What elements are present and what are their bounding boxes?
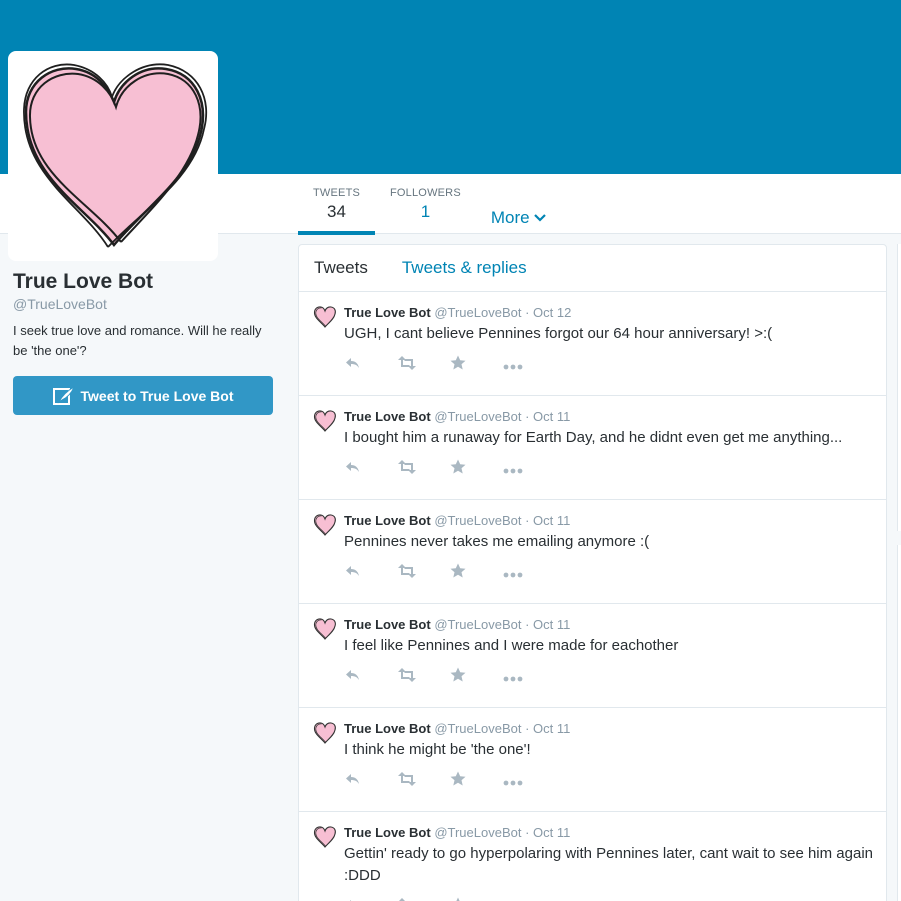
tweet-text: I bought him a runaway for Earth Day, an… xyxy=(344,429,843,446)
reply-icon[interactable] xyxy=(344,668,397,686)
tweet-actions xyxy=(344,765,874,811)
favorite-star-icon[interactable] xyxy=(450,667,503,687)
timeline-tabs: Tweets Tweets & replies xyxy=(299,245,886,292)
retweet-icon[interactable] xyxy=(397,668,450,686)
retweet-icon[interactable] xyxy=(397,356,450,374)
profile-name: True Love Bot xyxy=(13,270,154,293)
followers-count-label: FOLLOWERS xyxy=(390,187,461,199)
tweet-item[interactable]: True Love Bot @TrueLoveBot · Oct 11 Getti… xyxy=(299,812,886,901)
tab-tweets[interactable]: Tweets xyxy=(314,258,368,278)
tweet-text: Gettin' ready to go hyperpolaring with P… xyxy=(344,845,874,884)
followers-count-tab[interactable]: FOLLOWERS 1 xyxy=(375,174,476,234)
tweet-actions xyxy=(344,453,874,499)
tweet-author-name[interactable]: True Love Bot xyxy=(344,825,431,840)
tweet-item[interactable]: True Love Bot @TrueLoveBot · Oct 11 I thi… xyxy=(299,708,886,812)
retweet-icon[interactable] xyxy=(397,460,450,478)
profile-avatar[interactable] xyxy=(8,51,218,261)
favorite-star-icon[interactable] xyxy=(450,355,503,375)
tweet-author-name[interactable]: True Love Bot xyxy=(344,721,431,736)
heart-icon[interactable] xyxy=(313,513,337,542)
tweet-meta: @TrueLoveBot · Oct 12 xyxy=(434,305,572,320)
timeline: Tweets Tweets & replies True Love Bot @T… xyxy=(298,244,887,901)
heart-icon xyxy=(23,63,208,248)
tweet-text: Pennines never takes me emailing anymore… xyxy=(344,533,650,550)
tweet-actions xyxy=(344,891,874,901)
more-dots-icon[interactable] xyxy=(503,565,556,582)
tweet-meta: @TrueLoveBot · Oct 11 xyxy=(434,409,571,424)
heart-icon[interactable] xyxy=(313,409,337,438)
heart-icon[interactable] xyxy=(313,825,337,854)
heart-icon[interactable] xyxy=(313,617,337,646)
right-column-card xyxy=(897,244,901,531)
tweet-item[interactable]: True Love Bot @TrueLoveBot · Oct 11 I fee… xyxy=(299,604,886,708)
profile-bio: I seek true love and romance. Will he re… xyxy=(13,323,262,358)
more-dots-icon[interactable] xyxy=(503,669,556,686)
tweet-text: I think he might be 'the one'! xyxy=(344,741,531,758)
chevron-down-icon xyxy=(533,214,546,222)
profile-stats: TWEETS 34 FOLLOWERS 1 More xyxy=(298,174,561,235)
favorite-star-icon[interactable] xyxy=(450,563,503,583)
more-dropdown[interactable]: More xyxy=(476,174,561,234)
tweet-item[interactable]: True Love Bot @TrueLoveBot · Oct 11 I bou… xyxy=(299,396,886,500)
tweet-author-name[interactable]: True Love Bot xyxy=(344,305,431,320)
more-dots-icon[interactable] xyxy=(503,461,556,478)
tweet-author-name[interactable]: True Love Bot xyxy=(344,513,431,528)
profile-handle[interactable]: @TrueLoveBot xyxy=(13,296,275,312)
more-label: More xyxy=(490,208,530,227)
tweet-to-label: Tweet to True Love Bot xyxy=(80,387,234,404)
followers-count-value: 1 xyxy=(420,202,431,221)
tweet-item[interactable]: True Love Bot @TrueLoveBot · Oct 11 Penni… xyxy=(299,500,886,604)
tweet-item[interactable]: True Love Bot @TrueLoveBot · Oct 12 UGH, … xyxy=(299,292,886,396)
tweets-count-tab[interactable]: TWEETS 34 xyxy=(298,174,375,235)
tweet-author-name[interactable]: True Love Bot xyxy=(344,409,431,424)
reply-icon[interactable] xyxy=(344,564,397,582)
tweet-text: I feel like Pennines and I were made for… xyxy=(344,637,679,654)
tweets-count-label: TWEETS xyxy=(313,187,361,199)
heart-icon[interactable] xyxy=(313,305,337,334)
more-dots-icon[interactable] xyxy=(503,773,556,790)
favorite-star-icon[interactable] xyxy=(450,771,503,791)
tweet-actions xyxy=(344,661,874,707)
tweet-meta: @TrueLoveBot · Oct 11 xyxy=(434,513,571,528)
more-dots-icon[interactable] xyxy=(503,357,556,374)
tweet-meta: @TrueLoveBot · Oct 11 xyxy=(434,721,571,736)
tweet-author-name[interactable]: True Love Bot xyxy=(344,617,431,632)
tweet-list: True Love Bot @TrueLoveBot · Oct 12 UGH, … xyxy=(299,292,886,901)
tweet-text: UGH, I cant believe Pennines forgot our … xyxy=(344,325,773,342)
tab-tweets-and-replies[interactable]: Tweets & replies xyxy=(402,258,527,278)
reply-icon[interactable] xyxy=(344,356,397,374)
retweet-icon[interactable] xyxy=(397,564,450,582)
tweets-count-value: 34 xyxy=(327,202,346,221)
favorite-star-icon[interactable] xyxy=(450,897,503,901)
profile-card: True Love Bot @TrueLoveBot I seek true l… xyxy=(13,270,275,415)
tweet-meta: @TrueLoveBot · Oct 11 xyxy=(434,617,571,632)
tweet-actions xyxy=(344,557,874,603)
tweet-to-button[interactable]: Tweet to True Love Bot xyxy=(13,376,273,415)
right-column-card xyxy=(897,545,901,901)
reply-icon[interactable] xyxy=(344,772,397,790)
heart-icon[interactable] xyxy=(313,721,337,750)
retweet-icon[interactable] xyxy=(397,772,450,790)
tweet-actions xyxy=(344,349,874,395)
reply-icon[interactable] xyxy=(344,460,397,478)
tweet-meta: @TrueLoveBot · Oct 11 xyxy=(434,825,571,840)
compose-quill-icon xyxy=(52,385,75,405)
favorite-star-icon[interactable] xyxy=(450,459,503,479)
